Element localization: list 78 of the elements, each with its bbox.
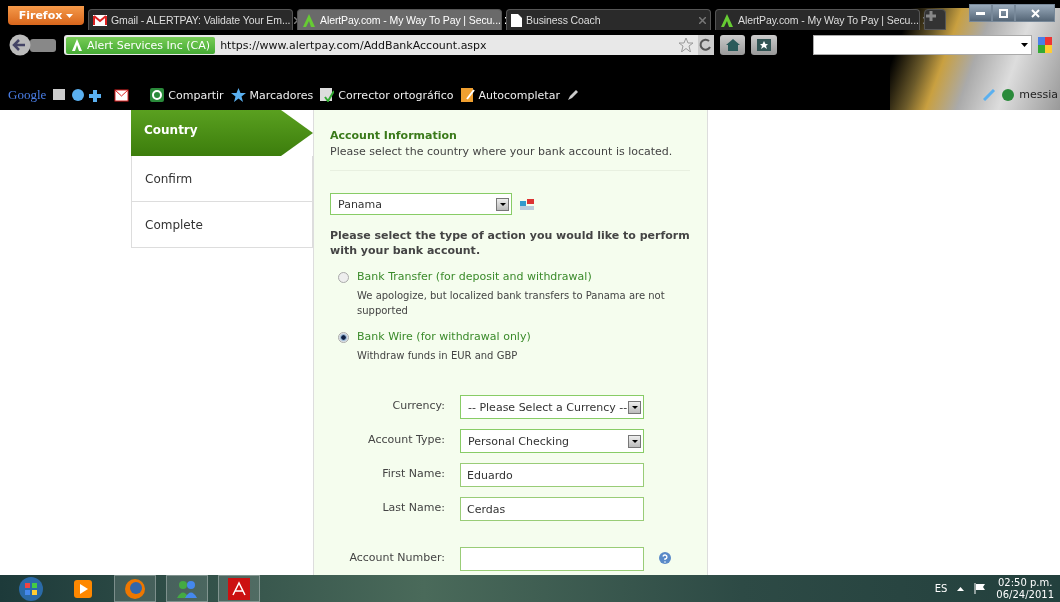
step-tab[interactable]: Complete	[131, 202, 313, 248]
url-text: https://www.alertpay.com/AddBankAccount.aspx	[220, 38, 488, 52]
pencil-icon[interactable]	[566, 89, 579, 101]
field-label: Last Name:	[381, 500, 445, 514]
close-button[interactable]	[1015, 4, 1055, 22]
minimize-icon	[976, 11, 985, 15]
bookmarks-icon	[757, 39, 771, 51]
caret-icon	[631, 405, 638, 409]
home-button[interactable]	[720, 35, 746, 55]
field-label: Account Number:	[348, 550, 445, 564]
logo-icon	[71, 39, 83, 51]
globe-icon[interactable]	[1002, 88, 1015, 101]
input-field[interactable]: Eduardo	[460, 463, 644, 487]
input-field[interactable]: Cerdas	[460, 497, 644, 521]
help-icon[interactable]	[659, 552, 671, 564]
address-bar[interactable]: Alert Services Inc (CA) https://www.alertpay.com/AddBankAccount.aspx	[64, 35, 714, 55]
clock-date: 06/24/2011	[996, 588, 1054, 601]
star-icon	[230, 88, 246, 102]
toolbar-button[interactable]: Compartir	[150, 88, 224, 102]
caret-icon	[499, 202, 506, 206]
reload-icon[interactable]	[698, 35, 714, 55]
flag-icon[interactable]	[974, 583, 987, 594]
profile-name[interactable]: messia	[1019, 88, 1058, 101]
up-arrow-icon[interactable]	[957, 586, 965, 591]
taskbar-app-button[interactable]	[218, 575, 260, 602]
search-field[interactable]	[812, 35, 1032, 55]
maximize-icon	[999, 8, 1008, 18]
pdf-reader-icon	[228, 577, 250, 600]
home-icon	[725, 39, 740, 51]
instruction-text: Please select the country where your bank account is located.	[330, 145, 674, 158]
minimize-button[interactable]	[969, 4, 992, 22]
media-player-icon	[74, 579, 92, 598]
page-icon	[511, 13, 522, 27]
caret-icon	[1021, 43, 1028, 47]
section-heading: Account Information	[330, 129, 458, 142]
radio-button[interactable]	[338, 272, 349, 283]
step-tab[interactable]: Country	[131, 110, 313, 156]
toolbar-button[interactable]: Autocompletar	[460, 88, 560, 102]
spellcheck-icon	[320, 88, 335, 102]
browser-globe-icon	[125, 578, 145, 599]
logo-icon	[302, 13, 316, 27]
plus-icon	[925, 10, 937, 22]
messenger-icon	[176, 578, 198, 599]
star-icon[interactable]	[679, 38, 693, 52]
instruction-text: Please select the type of action you would like to perform with your bank account.	[330, 228, 690, 258]
clock-time: 02:50 p.m.	[996, 576, 1054, 589]
option-description: Withdraw funds in EUR and GBP	[357, 349, 519, 363]
bookmarks-button[interactable]	[751, 35, 777, 55]
back-forward-icon[interactable]	[8, 34, 58, 56]
browser-tab[interactable]: Business Coach	[506, 9, 711, 30]
logo-icon	[720, 13, 734, 27]
toolbar-button[interactable]: Marcadores	[230, 88, 314, 102]
toolbar-button[interactable]: Corrector ortográfico	[320, 88, 454, 102]
caret-icon	[66, 13, 74, 18]
mail-icon	[93, 14, 107, 26]
country-select[interactable]: Panama	[330, 193, 512, 215]
field-label: First Name:	[381, 466, 445, 480]
option-description: We apologize, but localized bank transfers to Panama are not supported	[357, 289, 666, 318]
windows-logo-icon	[19, 576, 43, 601]
step-tab[interactable]: Confirm	[131, 156, 313, 202]
input-field[interactable]	[460, 547, 644, 571]
dropdown-field[interactable]: Personal Checking	[460, 429, 644, 453]
caret-icon	[631, 439, 638, 443]
dropdown-field[interactable]: -- Please Select a Currency --	[460, 395, 644, 419]
google-icon[interactable]	[1038, 37, 1052, 53]
google-logo: Google	[8, 87, 47, 103]
clock[interactable]: 02:50 p.m. 06/24/2011	[996, 576, 1054, 601]
flag-icon	[520, 198, 534, 210]
option-label[interactable]: Bank Wire (for withdrawal only)	[357, 330, 531, 343]
field-label: Account Type:	[367, 432, 445, 446]
notepad-icon	[460, 88, 475, 102]
option-label[interactable]: Bank Transfer (for deposit and withdrawal)	[357, 270, 690, 283]
field-label: Currency:	[391, 398, 445, 412]
share-icon	[150, 88, 165, 102]
maximize-button[interactable]	[992, 4, 1015, 22]
new-tab-button[interactable]	[924, 9, 946, 30]
language-indicator[interactable]: ES	[934, 583, 948, 594]
radio-button[interactable]	[338, 332, 349, 343]
